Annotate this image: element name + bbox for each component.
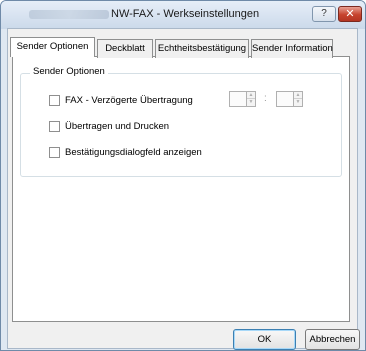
hour-input[interactable] xyxy=(229,91,246,107)
delayed-transmission-label: FAX - Verzögerte Übertragung xyxy=(65,95,193,106)
hour-spinner[interactable]: ▲ ▼ xyxy=(246,91,256,107)
spin-down-icon[interactable]: ▼ xyxy=(294,99,302,106)
delayed-transmission-checkbox[interactable] xyxy=(49,95,60,106)
transmit-and-print-checkbox[interactable] xyxy=(49,121,60,132)
spin-up-icon[interactable]: ▲ xyxy=(294,92,302,99)
help-icon: ? xyxy=(321,8,327,19)
transmit-and-print-label: Übertragen und Drucken xyxy=(65,121,170,132)
close-icon: ✕ xyxy=(345,8,355,20)
tab-sender-optionen[interactable]: Sender Optionen xyxy=(10,37,95,57)
confirmation-dialog-checkbox[interactable] xyxy=(49,147,60,158)
time-separator: : xyxy=(264,93,267,104)
spin-down-icon[interactable]: ▼ xyxy=(247,99,255,106)
blurred-title-prefix xyxy=(29,10,109,19)
title-bar[interactable]: NW-FAX - Werkseinstellungen ? ✕ xyxy=(1,1,365,29)
minute-input[interactable] xyxy=(276,91,293,107)
close-button[interactable]: ✕ xyxy=(338,6,362,22)
help-button[interactable]: ? xyxy=(312,6,336,22)
group-title: Sender Optionen xyxy=(30,66,108,77)
tab-deckblatt[interactable]: Deckblatt xyxy=(97,39,153,58)
tab-echtheitsbestaetigung[interactable]: Echtheitsbestätigung xyxy=(155,39,249,58)
minute-spinner[interactable]: ▲ ▼ xyxy=(293,91,303,107)
cancel-button[interactable]: Abbrechen xyxy=(305,329,360,350)
window-title: NW-FAX - Werkseinstellungen xyxy=(111,8,260,20)
ok-button[interactable]: OK xyxy=(233,329,296,350)
spin-up-icon[interactable]: ▲ xyxy=(247,92,255,99)
tab-sender-information[interactable]: Sender Information xyxy=(251,39,333,58)
confirmation-dialog-label: Bestätigungsdialogfeld anzeigen xyxy=(65,147,202,158)
